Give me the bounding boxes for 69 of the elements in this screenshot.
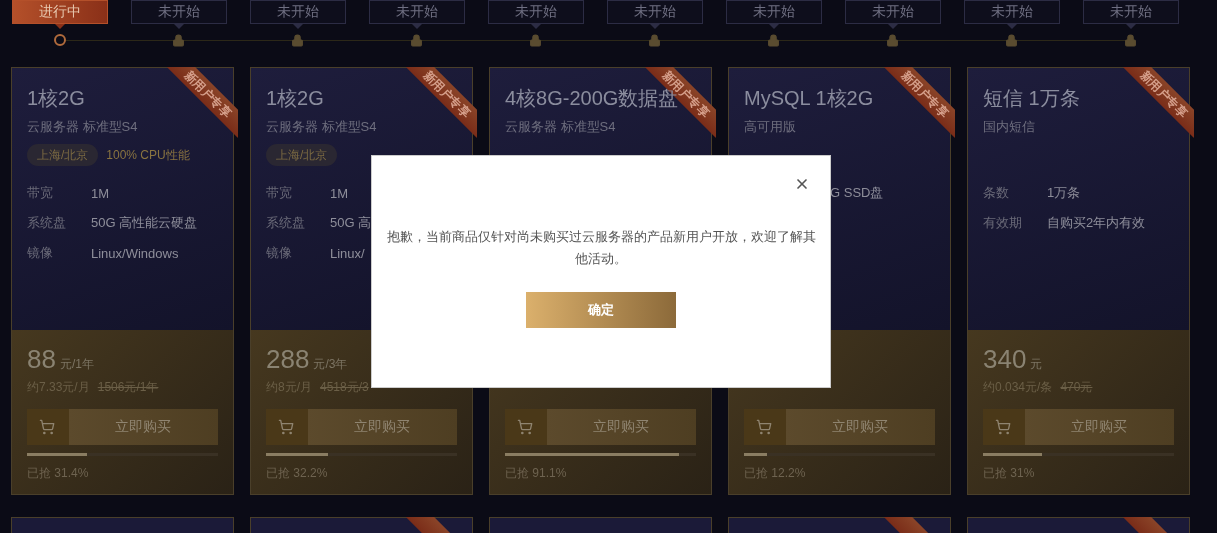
cart-icon [278,419,294,435]
spec-value: 自购买2年内有效 [1047,214,1146,232]
spec-label: 镜像 [266,244,293,262]
lock-icon [1124,33,1137,47]
product-subtitle: 国内短信 [983,118,1036,136]
price: 88 [27,344,56,375]
lock-icon [886,33,899,47]
price-unit: 元 [1030,356,1043,373]
region-tag: 上海/北京 [266,144,338,166]
lock-icon [529,33,542,47]
spec-value: 1万条 [1047,184,1081,202]
spec-label: 系统盘 [266,214,306,232]
spec-label: 带宽 [27,184,54,202]
timeline-tab[interactable]: 未开始 [487,0,584,24]
lock-icon [410,33,423,47]
spec-value: 1M [91,185,110,201]
cart-icon [39,419,55,435]
product-subtitle: 云服务器 标准型S4 [266,118,378,136]
lock-icon [1005,33,1018,47]
spec-label: 带宽 [266,184,293,202]
spec-value: 50G 高性能云硬盘 [91,214,198,232]
spec-label: 系统盘 [27,214,67,232]
price: 288 [266,344,310,375]
lock-icon [648,33,661,47]
buy-button[interactable]: 立即购买 [505,409,696,445]
timeline-tab[interactable]: 未开始 [368,0,465,24]
lock-icon [172,33,185,47]
product-subtitle: 云服务器 标准型S4 [27,118,139,136]
region-tag: 上海/北京 [27,144,99,166]
spec-value: G SSD盘 [830,184,884,202]
spec-label: 条数 [983,184,1010,202]
spec-label: 有效期 [983,214,1023,232]
product-title: 1核2G [27,86,85,111]
timeline-tab[interactable]: 未开始 [1082,0,1179,24]
price: 340 [983,344,1027,375]
product-title: MySQL 1核2G [744,86,874,111]
spec-value: 50G 高 [330,214,372,232]
spec-value: Linux/ [330,245,365,261]
lock-icon [767,33,780,47]
buy-button[interactable]: 立即购买 [266,409,457,445]
close-button[interactable] [794,176,810,192]
current-step-icon [53,34,66,46]
price-unit: 元/3年 [313,356,348,373]
product-title: 1核2G [266,86,324,111]
cart-icon [517,419,533,435]
product-subtitle: 云服务器 标准型S4 [505,118,617,136]
spec-value: Linux/Windows [91,245,179,261]
confirm-button[interactable]: 确定 [526,292,676,328]
timeline-tab[interactable]: 进行中 [11,0,108,24]
cart-icon [756,419,772,435]
timeline-tab[interactable]: 未开始 [725,0,822,24]
timeline-tab[interactable]: 未开始 [130,0,227,24]
timeline-tab[interactable]: 未开始 [844,0,941,24]
dialog-message: 抱歉，当前商品仅针对尚未购买过云服务器的产品新用户开放，欢迎了解其他活动。 [386,228,816,268]
timeline-tab[interactable]: 未开始 [606,0,703,24]
product-subtitle: 高可用版 [744,118,797,136]
buy-button[interactable]: 立即购买 [27,409,218,445]
buy-button[interactable]: 立即购买 [983,409,1174,445]
price-unit: 元/1年 [59,356,94,373]
feature-text: 100% CPU性能 [106,146,190,164]
spec-label: 镜像 [27,244,54,262]
timeline-tab[interactable]: 未开始 [963,0,1060,24]
lock-icon [291,33,304,47]
timeline-tab[interactable]: 未开始 [249,0,346,24]
product-title: 短信 1万条 [983,86,1080,111]
spec-value: 1M [330,185,349,201]
cart-icon [995,419,1011,435]
close-icon [794,176,810,192]
buy-button[interactable]: 立即购买 [744,409,935,445]
